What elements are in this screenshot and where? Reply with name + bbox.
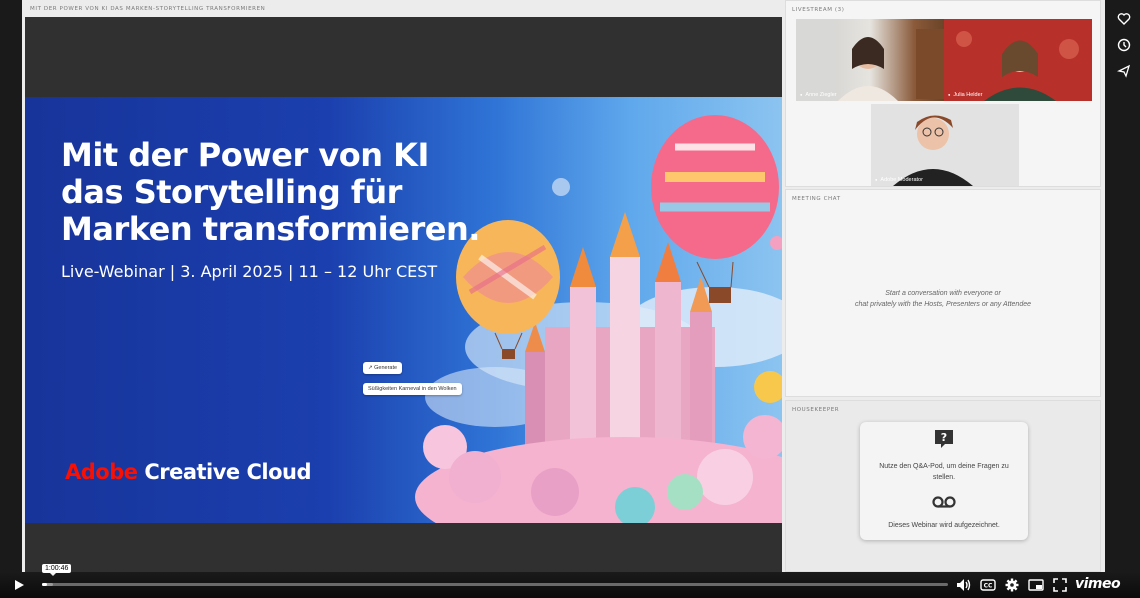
chat-empty-line-1: Start a conversation with everyone or [885, 290, 1001, 297]
share-icon[interactable] [1112, 58, 1136, 84]
video-tile-anne[interactable]: Anne Ziegler [796, 19, 944, 101]
chat-pod-title: MEETING CHAT [792, 196, 841, 202]
participant-name: Julia Helder [948, 92, 982, 98]
participant-video [944, 19, 1092, 101]
captions-button[interactable]: CC [979, 577, 997, 593]
fullscreen-icon [1053, 578, 1067, 592]
housekeeper-card: ? Nutze den Q&A-Pod, um deine Fragen zu … [860, 422, 1028, 540]
livestream-pod-title: LIVESTREAM (3) [792, 7, 845, 13]
webinar-room: MIT DER POWER VON KI DAS MARKEN-STORYTEL… [22, 0, 1105, 572]
settings-icon [1005, 578, 1019, 592]
progress-bar[interactable] [42, 583, 948, 586]
heart-icon[interactable] [1112, 6, 1136, 32]
play-icon [15, 580, 24, 590]
voicemail-icon [932, 496, 956, 508]
video-tile-moderator[interactable]: Adobe Moderator [871, 104, 1019, 186]
housekeeper-pod-title: HOUSEKEEPER [792, 407, 840, 413]
pip-button[interactable] [1027, 577, 1045, 593]
player-controls: CC vimeo [0, 572, 1140, 598]
livestream-pod: LIVESTREAM (3) Anne Ziegler Julia Helder [785, 0, 1101, 187]
share-pod-title: MIT DER POWER VON KI DAS MARKEN-STORYTEL… [30, 6, 266, 12]
recording-notice: Dieses Webinar wird aufgezeichnet. [888, 522, 1000, 529]
logo-creative-cloud: Creative Cloud [144, 460, 311, 484]
progress-fill [42, 583, 47, 586]
housekeeper-pod: HOUSEKEEPER ? Nutze den Q&A-Pod, um dein… [785, 400, 1101, 572]
external-link-icon: ↗ [368, 365, 373, 371]
generate-chip-label: Generate [374, 365, 398, 371]
generate-chip: ↗ Generate [363, 362, 403, 374]
meeting-chat-pod: MEETING CHAT Start a conversation with e… [785, 189, 1101, 397]
fullscreen-button[interactable] [1051, 577, 1069, 593]
vimeo-logo[interactable]: vimeo [1075, 576, 1121, 592]
logo-adobe: Adobe [65, 460, 138, 484]
adobe-creative-cloud-logo: Adobe Creative Cloud [65, 460, 311, 484]
participant-name: Adobe Moderator [875, 177, 923, 183]
chat-empty-line-2: chat privately with the Hosts, Presenter… [855, 301, 1031, 308]
share-area: Mit der Power von KI das Storytelling fü… [25, 17, 782, 572]
question-bubble-icon: ? [935, 430, 953, 448]
svg-text:CC: CC [984, 583, 993, 590]
video-tile-julia[interactable]: Julia Helder [944, 19, 1092, 101]
captions-icon: CC [980, 579, 996, 591]
participant-video [871, 104, 1019, 186]
svg-text:?: ? [941, 431, 947, 444]
play-button[interactable] [10, 576, 28, 594]
participant-video [796, 19, 944, 101]
volume-icon [957, 579, 971, 591]
chat-empty-state: Start a conversation with everyone or ch… [786, 288, 1100, 310]
share-pod: MIT DER POWER VON KI DAS MARKEN-STORYTEL… [22, 0, 782, 572]
slide-subtitle: Live-Webinar | 3. April 2025 | 11 – 12 U… [61, 262, 438, 281]
presentation-slide: Mit der Power von KI das Storytelling fü… [25, 97, 782, 523]
volume-button[interactable] [955, 577, 973, 593]
settings-button[interactable] [1003, 577, 1021, 593]
prompt-chip: Süßigkeiten Karneval in den Wolken [363, 383, 462, 395]
vimeo-side-actions [1112, 6, 1136, 84]
qa-instructions: Nutze den Q&A-Pod, um deine Fragen zu st… [879, 463, 1009, 481]
clock-icon[interactable] [1112, 32, 1136, 58]
participant-name: Anne Ziegler [800, 92, 836, 98]
slide-headline: Mit der Power von KI das Storytelling fü… [61, 136, 480, 248]
pip-icon [1028, 579, 1044, 591]
